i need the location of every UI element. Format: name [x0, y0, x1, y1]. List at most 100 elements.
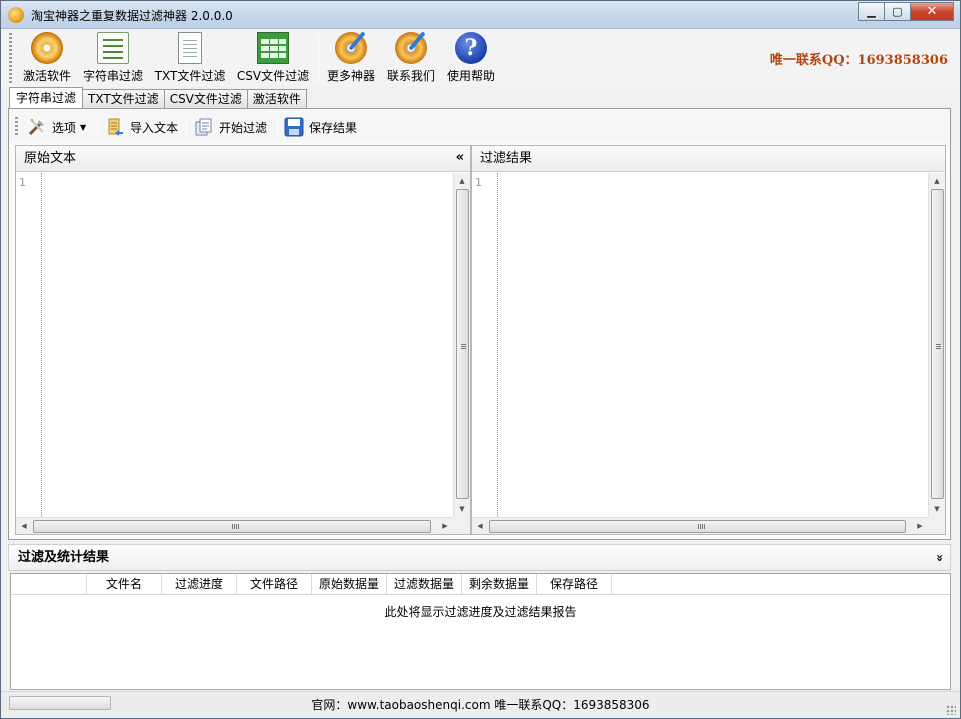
scroll-thumb[interactable]	[489, 520, 906, 533]
results-header[interactable]: 过滤及统计结果 »	[8, 544, 951, 571]
more-tools-label: 更多神器	[326, 69, 375, 83]
save-result-button[interactable]: 保存结果	[284, 116, 357, 138]
column-header-blank[interactable]	[11, 574, 87, 595]
window-title: 淘宝神器之重复数据过滤神器 2.0.0.0	[31, 9, 233, 23]
chevron-down-icon: ▼	[80, 122, 87, 132]
contact-button[interactable]: 联系我们	[383, 31, 439, 86]
filter-result-panel: 过滤结果 1 ▲ ▼ ◀ ▶	[471, 145, 946, 535]
filter-result-title: 过滤结果	[480, 151, 533, 166]
expand-chevron-icon[interactable]: »	[927, 554, 953, 562]
text-file-icon	[178, 32, 202, 64]
tab-csv-filter[interactable]: CSV文件过滤	[163, 89, 248, 108]
horizontal-scrollbar[interactable]: ◀ ▶	[16, 517, 453, 534]
app-icon	[8, 7, 24, 23]
window-controls: ▁ ▢ ✕	[858, 2, 954, 21]
sub-toolbar-separator	[277, 118, 278, 136]
scroll-down-icon[interactable]: ▼	[454, 501, 470, 517]
options-label: 选项	[52, 120, 77, 135]
sub-toolbar-separator	[186, 118, 187, 136]
filter-result-header: 过滤结果	[472, 146, 945, 172]
grid-empty-message: 此处将显示过滤进度及过滤结果报告	[384, 605, 577, 619]
app-window: 淘宝神器之重复数据过滤神器 2.0.0.0 ▁ ▢ ✕ 激活软件 字符串过滤 T…	[0, 0, 961, 719]
txt-filter-label: TXT文件过滤	[154, 69, 226, 83]
activate-disc-icon	[31, 32, 63, 64]
scroll-thumb[interactable]	[456, 189, 469, 499]
scroll-thumb[interactable]	[33, 520, 431, 533]
scroll-right-icon[interactable]: ▶	[912, 518, 928, 534]
help-icon: ?	[455, 32, 487, 64]
tab-activate[interactable]: 激活软件	[246, 89, 307, 108]
qq-contact: 唯一联系QQ：1693858306	[769, 53, 948, 68]
more-disc-icon	[335, 31, 367, 64]
original-text-title: 原始文本	[24, 151, 77, 166]
resize-grip-icon[interactable]	[946, 705, 956, 715]
main-toolbar: 激活软件 字符串过滤 TXT文件过滤 CSV文件过滤 更多神器 联系我们 ? 使…	[1, 29, 960, 87]
original-text-editor[interactable]	[43, 173, 453, 517]
scroll-right-icon[interactable]: ▶	[437, 518, 453, 534]
contact-label: 联系我们	[386, 69, 435, 83]
scroll-left-icon[interactable]: ◀	[472, 518, 488, 534]
vertical-scrollbar[interactable]: ▲ ▼	[453, 173, 470, 517]
grid-header-row: 文件名 过滤进度 文件路径 原始数据量 过滤数据量 剩余数据量 保存路径	[11, 574, 950, 595]
help-label: 使用帮助	[446, 69, 495, 83]
column-header-save-path[interactable]: 保存路径	[537, 574, 612, 595]
string-filter-button[interactable]: 字符串过滤	[81, 32, 145, 86]
horizontal-scrollbar[interactable]: ◀ ▶	[472, 517, 928, 534]
tab-txt-filter[interactable]: TXT文件过滤	[82, 89, 165, 108]
import-icon	[105, 117, 125, 137]
column-header-filepath[interactable]: 文件路径	[237, 574, 312, 595]
results-grid[interactable]: 文件名 过滤进度 文件路径 原始数据量 过滤数据量 剩余数据量 保存路径 此处将…	[10, 573, 951, 690]
activate-label: 激活软件	[22, 69, 71, 83]
csv-filter-label: CSV文件过滤	[236, 69, 310, 83]
title-bar[interactable]: 淘宝神器之重复数据过滤神器 2.0.0.0 ▁ ▢ ✕	[1, 1, 960, 29]
activate-button[interactable]: 激活软件	[19, 32, 75, 86]
start-filter-label: 开始过滤	[219, 120, 268, 135]
options-dropdown[interactable]: 选项 ▼	[27, 116, 86, 138]
column-header-original-count[interactable]: 原始数据量	[312, 574, 387, 595]
csv-filter-button[interactable]: CSV文件过滤	[235, 32, 311, 86]
start-filter-button[interactable]: 开始过滤	[194, 116, 267, 138]
list-icon	[97, 32, 129, 64]
spreadsheet-icon	[257, 32, 289, 64]
column-header-filename[interactable]: 文件名	[87, 574, 162, 595]
import-text-label: 导入文本	[130, 120, 179, 135]
scroll-up-icon[interactable]: ▲	[929, 173, 945, 189]
status-bar: 官网：www.taobaoshenqi.com 唯一联系QQ：169385830…	[1, 691, 960, 718]
import-text-button[interactable]: 导入文本	[105, 116, 178, 138]
scroll-left-icon[interactable]: ◀	[16, 518, 32, 534]
line-number-gutter: 1	[16, 173, 42, 517]
minimize-button[interactable]: ▁	[858, 2, 885, 21]
txt-filter-button[interactable]: TXT文件过滤	[153, 32, 227, 86]
scroll-corner	[453, 517, 470, 534]
line-number: 1	[19, 176, 26, 189]
line-number-gutter: 1	[472, 173, 498, 517]
scroll-corner	[928, 517, 945, 534]
sub-toolbar-grip[interactable]	[15, 117, 18, 135]
toolbar-grip[interactable]	[9, 33, 12, 83]
maximize-button[interactable]: ▢	[884, 2, 911, 21]
close-button[interactable]: ✕	[910, 2, 954, 21]
filter-icon	[194, 117, 214, 137]
scroll-thumb[interactable]	[931, 189, 944, 499]
filter-result-editor[interactable]	[499, 173, 928, 517]
save-icon	[284, 117, 304, 137]
sub-toolbar: 选项 ▼ 导入文本 开始过滤 保存结果	[9, 109, 950, 143]
status-text: 官网：www.taobaoshenqi.com 唯一联系QQ：169385830…	[311, 698, 650, 712]
string-filter-label: 字符串过滤	[82, 69, 143, 83]
vertical-scrollbar[interactable]: ▲ ▼	[928, 173, 945, 517]
column-header-filtered-count[interactable]: 过滤数据量	[387, 574, 462, 595]
more-tools-button[interactable]: 更多神器	[323, 31, 379, 86]
line-number: 1	[475, 176, 482, 189]
scroll-down-icon[interactable]: ▼	[929, 501, 945, 517]
scroll-up-icon[interactable]: ▲	[454, 173, 470, 189]
help-button[interactable]: ? 使用帮助	[443, 32, 499, 86]
results-section: 过滤及统计结果 » 文件名 过滤进度 文件路径 原始数据量 过滤数据量 剩余数据…	[8, 544, 951, 690]
tab-string-filter[interactable]: 字符串过滤	[9, 87, 84, 108]
column-header-progress[interactable]: 过滤进度	[162, 574, 237, 595]
tab-strip: 字符串过滤 TXT文件过滤 CSV文件过滤 激活软件	[9, 87, 307, 109]
column-header-remaining-count[interactable]: 剩余数据量	[462, 574, 537, 595]
collapse-left-icon[interactable]: «	[456, 146, 464, 170]
sub-toolbar-separator	[97, 118, 98, 136]
toolbar-separator	[318, 35, 319, 81]
original-text-panel: 原始文本 « 1 ▲ ▼ ◀ ▶	[15, 145, 471, 535]
